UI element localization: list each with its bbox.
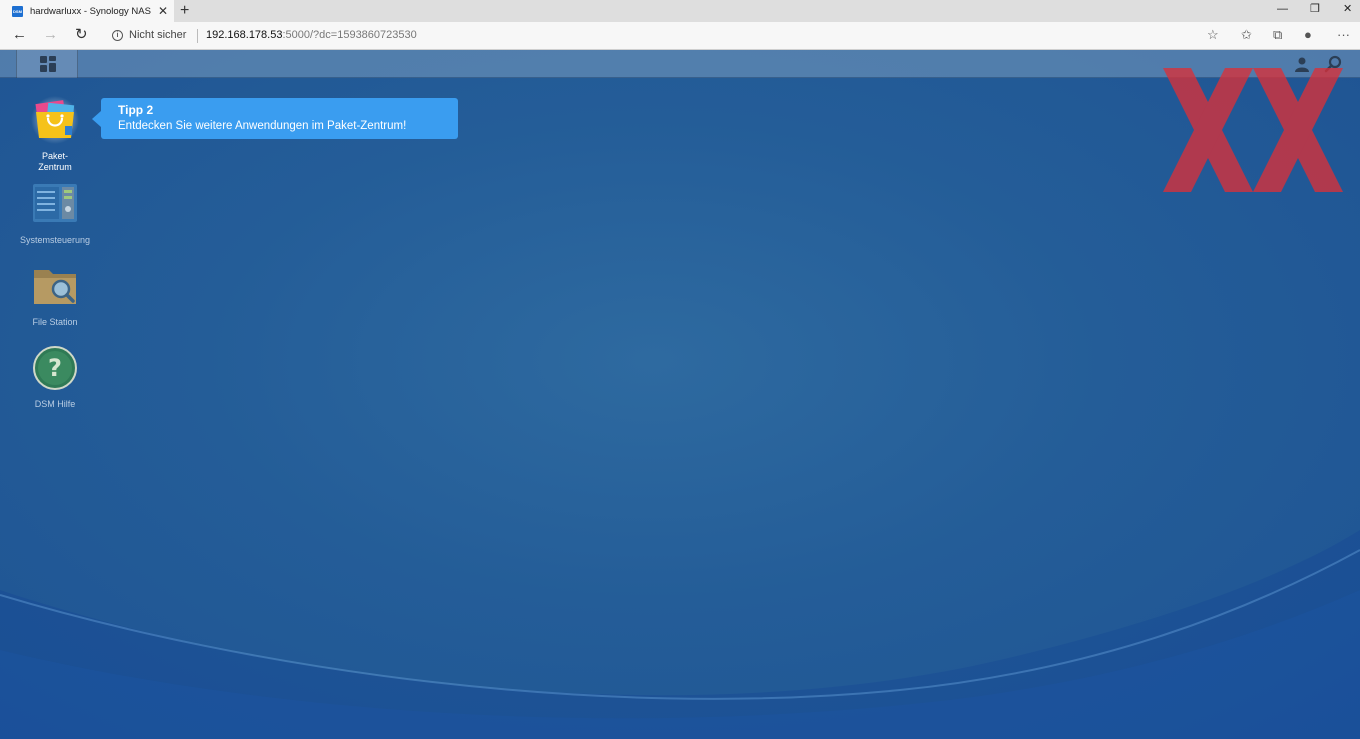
forward-icon[interactable]: → (43, 25, 58, 45)
info-icon[interactable]: i (112, 30, 123, 41)
star-icon[interactable]: ☆ (1207, 26, 1219, 44)
desktop-wallpaper-swoosh (0, 530, 1360, 739)
dsm-help-icon: ? (33, 346, 77, 390)
tip-title: Tipp 2 (118, 103, 154, 117)
dsm-taskbar (0, 50, 1360, 78)
hardwareluxx-watermark-logo (1163, 68, 1343, 192)
desktop-icon-label: File Station (32, 317, 78, 327)
main-menu-grid-icon (40, 56, 56, 72)
tab-close-icon[interactable]: ✕ (158, 4, 168, 18)
back-icon[interactable]: ← (12, 25, 27, 45)
profile-icon[interactable]: ● (1304, 26, 1312, 44)
package-center-icon (31, 96, 79, 144)
svg-text:?: ? (48, 354, 62, 382)
desktop-icon-label: Systemsteuerung (19, 235, 91, 245)
reload-icon[interactable]: ↻ (75, 25, 88, 45)
desktop-icon-file-station[interactable]: File Station (10, 262, 100, 328)
url-host: 192.168.178.53 (206, 29, 283, 41)
control-panel-icon (33, 184, 77, 222)
file-station-icon (34, 270, 76, 304)
main-menu-button[interactable] (16, 50, 78, 78)
address-separator (197, 29, 198, 43)
desktop-icon-control-panel[interactable]: Systemsteuerung (10, 180, 100, 246)
desktop-icon-package-center[interactable]: Paket- Zentrum (10, 96, 100, 173)
tip-tooltip[interactable]: Tipp 2 Entdecken Sie weitere Anwendungen… (92, 98, 458, 139)
new-tab-button[interactable]: + (180, 1, 189, 21)
collections-icon[interactable]: ⧉ (1273, 26, 1282, 44)
url-input[interactable]: 192.168.178.53:5000/?dc=1593860723530 (206, 29, 417, 41)
close-icon[interactable]: ✕ (1343, 1, 1352, 17)
dsm-desktop: Paket- Zentrum Systemsteuerung File Stat… (0, 50, 1360, 739)
url-rest: :5000/?dc=1593860723530 (282, 29, 417, 41)
tab-title: hardwarluxx - Synology NAS (30, 5, 151, 17)
more-icon[interactable]: ··· (1337, 26, 1350, 44)
browser-tab[interactable]: DSM hardwarluxx - Synology NAS ✕ (0, 0, 174, 22)
security-label[interactable]: Nicht sicher (129, 29, 186, 41)
browser-address-bar: ← → ↻ i Nicht sicher 192.168.178.53:5000… (0, 22, 1360, 50)
desktop-icon-label: Paket- Zentrum (38, 151, 72, 172)
browser-tab-bar: DSM hardwarluxx - Synology NAS ✕ + — ❐ ✕ (0, 0, 1360, 22)
maximize-icon[interactable]: ❐ (1310, 1, 1320, 17)
desktop-icon-dsm-help[interactable]: ? DSM Hilfe (10, 344, 100, 410)
favorites-icon[interactable]: ✩ (1241, 26, 1252, 44)
minimize-icon[interactable]: — (1277, 1, 1288, 17)
tip-text: Entdecken Sie weitere Anwendungen im Pak… (118, 120, 407, 132)
dsm-favicon-icon: DSM (12, 5, 23, 17)
desktop-icon-label: DSM Hilfe (34, 399, 76, 409)
